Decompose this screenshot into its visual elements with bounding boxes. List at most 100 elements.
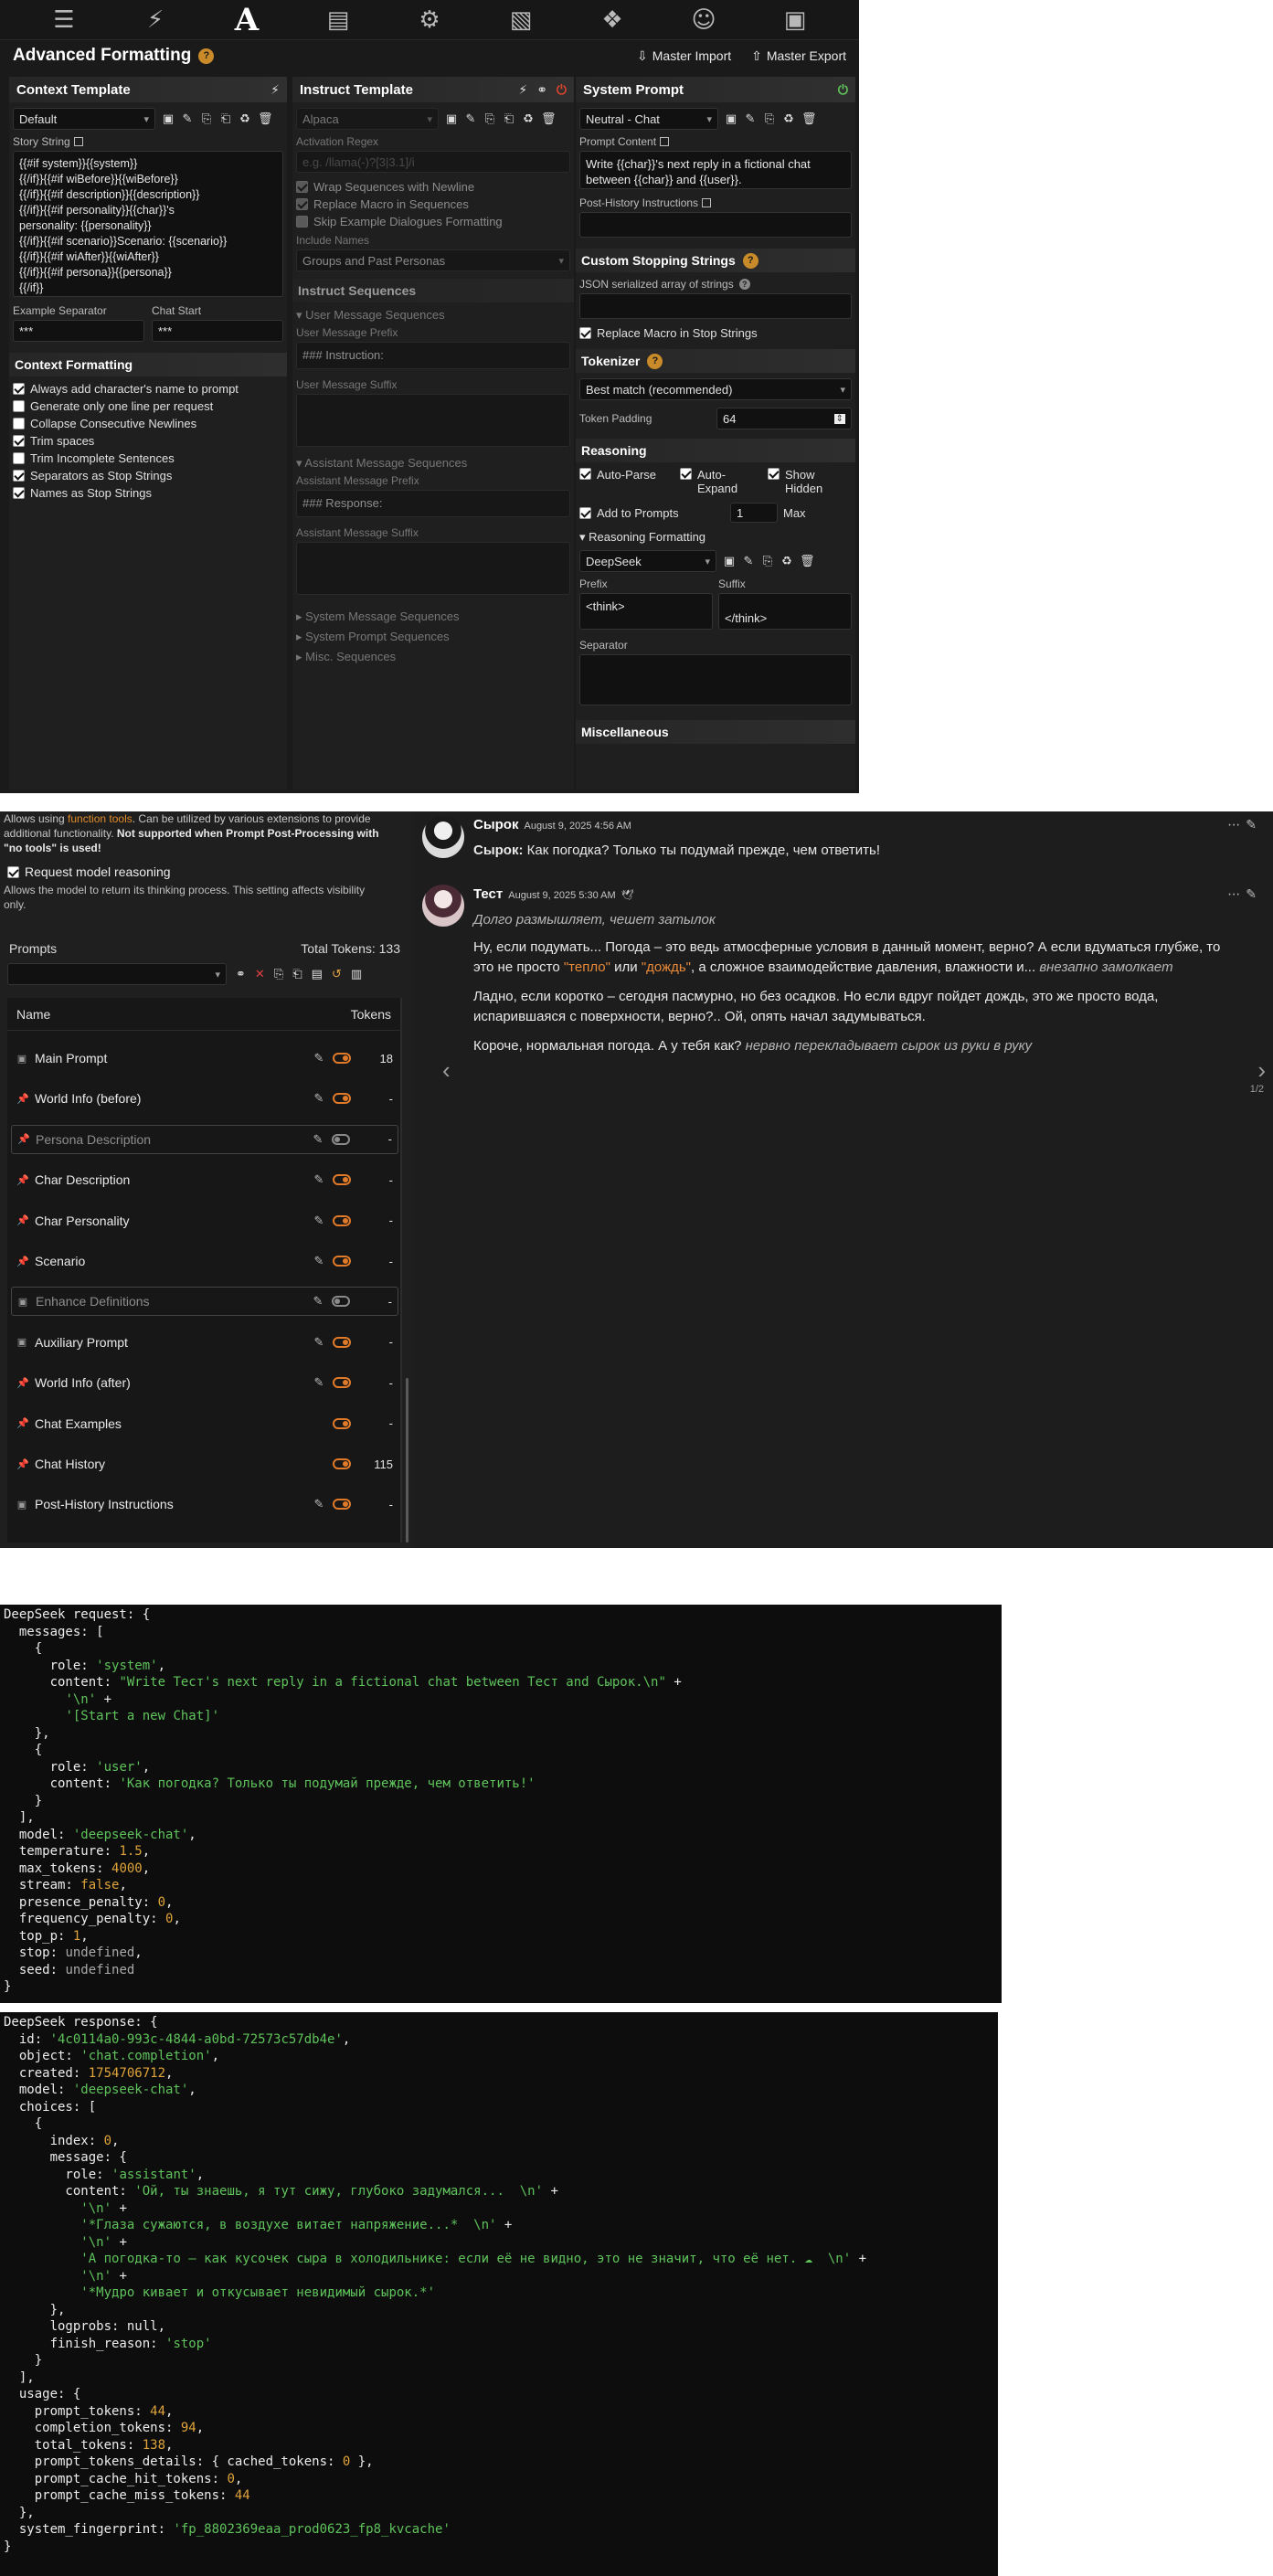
import-file-icon[interactable]: ⎘ bbox=[763, 111, 776, 126]
prompt-toggle[interactable] bbox=[333, 1336, 351, 1348]
assistant-suffix-textarea[interactable] bbox=[296, 542, 570, 595]
export-file-icon[interactable]: ⎗ bbox=[503, 111, 515, 126]
expand-icon[interactable] bbox=[73, 137, 83, 146]
plug-icon[interactable]: ⚡ bbox=[134, 4, 176, 37]
pencil-icon[interactable]: ✎ bbox=[310, 1132, 326, 1147]
import-file-icon[interactable]: ⎘ bbox=[274, 967, 283, 981]
prompt-name[interactable]: Auxiliary Prompt bbox=[35, 1335, 311, 1350]
bolt-icon[interactable]: ⚡ bbox=[271, 82, 280, 98]
prompt-row[interactable]: 📌 Scenario ✎ - bbox=[11, 1246, 398, 1276]
replace-macro-stop-checkbox[interactable] bbox=[579, 327, 591, 339]
pencil-icon[interactable]: ✎ bbox=[311, 1214, 327, 1228]
save-icon[interactable]: ▣ bbox=[725, 111, 737, 126]
master-import-button[interactable]: ⇩ Master Import bbox=[637, 48, 731, 64]
system-prompt-sequences-toggle[interactable]: ▸ System Prompt Sequences bbox=[296, 630, 570, 644]
separator-textarea[interactable] bbox=[579, 654, 852, 705]
more-icon[interactable]: ⋯ bbox=[1227, 817, 1246, 832]
message-actions[interactable]: ⋯✎ bbox=[1227, 817, 1262, 832]
expand-icon[interactable] bbox=[702, 198, 712, 207]
trash-icon[interactable]: 🗑 bbox=[801, 111, 817, 126]
save-icon[interactable]: ▣ bbox=[162, 111, 175, 126]
prompt-name[interactable]: Enhance Definitions bbox=[36, 1294, 310, 1309]
pencil-icon[interactable]: ✎ bbox=[464, 111, 477, 126]
image-icon[interactable]: ▧ bbox=[500, 4, 542, 37]
checkbox[interactable] bbox=[13, 418, 25, 429]
link-icon[interactable]: ⚭ bbox=[536, 82, 547, 98]
help-icon[interactable]: ? bbox=[647, 353, 663, 369]
swipe-left-icon[interactable]: ‹ bbox=[442, 1056, 451, 1085]
trash-icon[interactable]: ▥ bbox=[351, 967, 362, 981]
prompt-toggle[interactable] bbox=[333, 1377, 351, 1389]
pencil-icon[interactable]: ✎ bbox=[310, 1294, 326, 1309]
recycle-icon[interactable]: ♻ bbox=[239, 111, 251, 126]
pencil-icon[interactable]: ✎ bbox=[1246, 886, 1262, 901]
pencil-icon[interactable]: ✎ bbox=[311, 1497, 327, 1511]
prompt-row[interactable]: 📌 Char Description ✎ - bbox=[11, 1165, 398, 1194]
book-icon[interactable]: ▤ bbox=[317, 4, 359, 37]
help-icon[interactable]: ? bbox=[738, 279, 750, 290]
recycle-icon[interactable]: ♻ bbox=[780, 554, 793, 568]
misc-sequences-toggle[interactable]: ▸ Misc. Sequences bbox=[296, 650, 570, 664]
avatar[interactable] bbox=[422, 885, 464, 927]
prompt-row[interactable]: 📌 Persona Description ✎ - bbox=[11, 1124, 398, 1154]
prompt-row[interactable]: 📌 World Info (after) ✎ - bbox=[11, 1368, 398, 1397]
request-reasoning-row[interactable]: Request model reasoning bbox=[7, 864, 171, 879]
help-icon[interactable]: ? bbox=[198, 48, 215, 64]
instruct-preset-select[interactable]: Alpaca bbox=[296, 108, 439, 130]
checkbox-row[interactable]: Trim spaces bbox=[13, 434, 283, 448]
user-cog-icon[interactable]: ⚙ bbox=[408, 4, 451, 37]
checkbox-row[interactable]: Wrap Sequences with Newline bbox=[296, 180, 570, 194]
id-card-icon[interactable]: ▣ bbox=[774, 4, 816, 37]
import-file-icon[interactable]: ⎘ bbox=[200, 111, 213, 126]
assistant-message-sequences-toggle[interactable]: ▾ Assistant Message Sequences bbox=[296, 456, 570, 471]
checkbox-row[interactable]: Names as Stop Strings bbox=[13, 486, 283, 500]
prompt-toggle[interactable] bbox=[332, 1296, 350, 1308]
prompt-toggle[interactable] bbox=[333, 1174, 351, 1186]
font-icon[interactable]: A bbox=[226, 2, 268, 38]
more-icon[interactable]: ⋯ bbox=[1227, 886, 1246, 901]
spinner-icon[interactable]: ⇕ bbox=[833, 413, 845, 424]
user-prefix-textarea[interactable]: ### Instruction: bbox=[296, 342, 570, 369]
function-tools-link[interactable]: function tools bbox=[68, 812, 133, 825]
assistant-prefix-textarea[interactable]: ### Response: bbox=[296, 490, 570, 517]
suffix-textarea[interactable]: </think> bbox=[718, 593, 852, 630]
post-history-textarea[interactable] bbox=[579, 212, 852, 238]
prompt-name[interactable]: Main Prompt bbox=[35, 1051, 311, 1065]
pencil-icon[interactable]: ✎ bbox=[744, 111, 757, 126]
recycle-icon[interactable]: ♻ bbox=[782, 111, 795, 126]
prompt-name[interactable]: World Info (after) bbox=[35, 1375, 311, 1390]
checkbox-row[interactable]: Collapse Consecutive Newlines bbox=[13, 417, 283, 430]
reset-icon[interactable]: ↺ bbox=[332, 967, 342, 981]
import-file-icon[interactable]: ⎘ bbox=[761, 554, 774, 568]
trash-icon[interactable]: 🗑 bbox=[258, 111, 273, 126]
auto-parse-row[interactable]: Auto-Parse bbox=[579, 468, 671, 495]
help-icon[interactable]: ? bbox=[742, 252, 758, 269]
message-actions[interactable]: ⋯✎ bbox=[1227, 886, 1262, 902]
import-file-icon[interactable]: ⎘ bbox=[483, 111, 496, 126]
pencil-icon[interactable]: ✎ bbox=[742, 554, 755, 568]
checkbox[interactable] bbox=[13, 452, 25, 464]
prompt-name[interactable]: Post-History Instructions bbox=[35, 1497, 311, 1511]
bolt-icon[interactable]: ⚡ bbox=[518, 82, 527, 98]
activation-regex-input[interactable]: e.g. /llama(-)?[3|3.1]/i bbox=[296, 151, 570, 173]
add-to-prompts-checkbox[interactable] bbox=[579, 506, 591, 519]
checkbox[interactable] bbox=[296, 216, 308, 228]
export-file-icon[interactable]: ⎗ bbox=[219, 111, 232, 126]
reasoning-formatting-toggle[interactable]: ▾ Reasoning Formatting bbox=[579, 530, 852, 545]
checkbox-row[interactable]: Replace Macro in Sequences bbox=[296, 197, 570, 211]
prompt-select[interactable] bbox=[7, 963, 227, 985]
delete-icon[interactable]: ✕ bbox=[255, 967, 265, 981]
prompt-row[interactable]: 📌 World Info (before) ✎ - bbox=[11, 1084, 398, 1113]
prompt-toggle[interactable] bbox=[333, 1499, 351, 1511]
prompt-name[interactable]: Scenario bbox=[35, 1254, 311, 1268]
prompt-toggle[interactable] bbox=[333, 1458, 351, 1469]
prompt-toggle[interactable] bbox=[333, 1214, 351, 1226]
prompt-toggle[interactable] bbox=[333, 1256, 351, 1267]
checkbox-row[interactable]: Generate only one line per request bbox=[13, 399, 283, 413]
user-suffix-textarea[interactable] bbox=[296, 394, 570, 447]
prompt-name[interactable]: Char Personality bbox=[35, 1214, 311, 1228]
link-icon[interactable]: ⚭ bbox=[236, 967, 246, 981]
master-export-button[interactable]: ⇧ Master Export bbox=[751, 48, 846, 64]
power-icon[interactable]: ⏻ bbox=[838, 82, 848, 98]
auto-parse-checkbox[interactable] bbox=[579, 468, 591, 480]
